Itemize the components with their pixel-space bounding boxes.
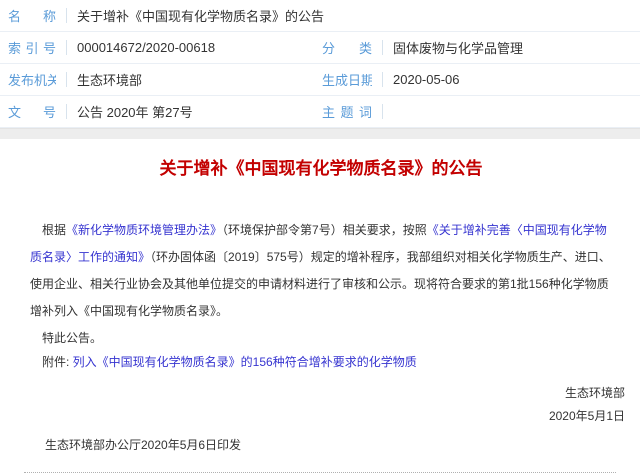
closing-line: 特此公告。 [30, 327, 612, 349]
meta-cell-category: 分类 固体废物与化学品管理 [312, 38, 640, 57]
page-title: 关于增补《中国现有化学物质名录》的公告 [30, 158, 612, 180]
meta-value-category: 固体废物与化学品管理 [393, 38, 523, 57]
vertical-divider [66, 8, 67, 23]
meta-cell-subject: 主题词 [312, 102, 640, 121]
meta-value-issuer: 生态环境部 [77, 70, 142, 89]
meta-label-issuer: 发布机关 [8, 70, 56, 89]
signature-date: 2020年5月1日 [0, 405, 625, 428]
meta-value-name: 关于增补《中国现有化学物质名录》的公告 [77, 6, 324, 25]
vertical-divider [66, 72, 67, 87]
meta-value-gen-date: 2020-05-06 [393, 72, 460, 87]
meta-cell-gen-date: 生成日期 2020-05-06 [312, 70, 640, 89]
vertical-divider [66, 104, 67, 119]
vertical-divider [382, 104, 383, 119]
meta-value-index: 000014672/2020-00618 [77, 40, 215, 55]
paragraph-text: 根据 [42, 223, 66, 237]
meta-cell-name: 名称 关于增补《中国现有化学物质名录》的公告 [0, 6, 640, 25]
meta-value-doc-number: 公告 2020年 第27号 [77, 102, 193, 121]
signature-block: 生态环境部 2020年5月1日 [0, 382, 625, 428]
meta-label-category: 分类 [322, 38, 372, 57]
meta-label-index: 索引号 [8, 38, 56, 57]
meta-label-gen-date: 生成日期 [322, 70, 372, 89]
link-new-chemical-measures[interactable]: 《新化学物质环境管理办法》 [66, 223, 222, 237]
vertical-divider [66, 40, 67, 55]
attachment-label: 附件: [42, 355, 73, 369]
meta-cell-issuer: 发布机关 生态环境部 [0, 70, 312, 89]
attachment-link[interactable]: 列入《中国现有化学物质名录》的156种符合增补要求的化学物质 [73, 355, 417, 369]
announcement-page: { "meta": { "name_label": "名称", "name_va… [0, 0, 640, 451]
meta-label-name: 名称 [8, 6, 56, 25]
meta-label-subject: 主题词 [322, 102, 372, 121]
announcement-body: 关于增补《中国现有化学物质名录》的公告 根据《新化学物质环境管理办法》（环境保护… [0, 158, 640, 473]
meta-row-name: 名称 关于增补《中国现有化学物质名录》的公告 [0, 0, 640, 32]
meta-row-index-category: 索引号 000014672/2020-00618 分类 固体废物与化学品管理 [0, 32, 640, 64]
body-paragraph: 根据《新化学物质环境管理办法》（环境保护部令第7号）相关要求，按照《关于增补完善… [30, 217, 612, 325]
document-meta-table: 名称 关于增补《中国现有化学物质名录》的公告 索引号 000014672/202… [0, 0, 640, 128]
meta-cell-doc-number: 文号 公告 2020年 第27号 [0, 102, 312, 121]
paragraph-text: （环境保护部令第7号）相关要求，按照 [222, 223, 427, 237]
meta-label-doc-number: 文号 [8, 102, 56, 121]
vertical-divider [382, 40, 383, 55]
meta-row-issuer-date: 发布机关 生态环境部 生成日期 2020-05-06 [0, 64, 640, 96]
signer-name: 生态环境部 [0, 382, 625, 405]
meta-row-docnum-subject: 文号 公告 2020年 第27号 主题词 [0, 96, 640, 128]
attachment-line: 附件: 列入《中国现有化学物质名录》的156种符合增补要求的化学物质 [30, 351, 612, 373]
content-separator-band [0, 128, 640, 139]
vertical-divider [382, 72, 383, 87]
printed-note: 生态环境部办公厅2020年5月6日印发 [45, 435, 640, 455]
meta-cell-index: 索引号 000014672/2020-00618 [0, 38, 312, 57]
